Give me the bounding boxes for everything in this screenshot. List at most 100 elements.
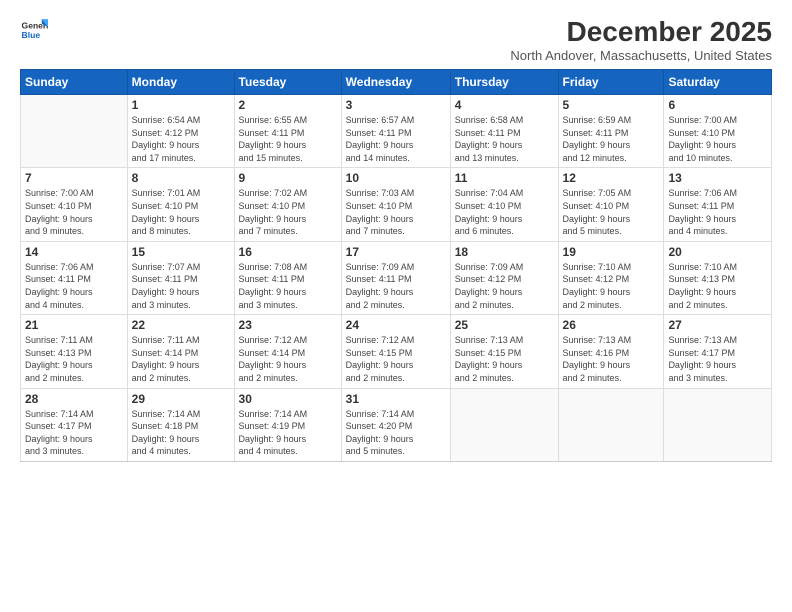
day-info: Sunrise: 7:06 AM Sunset: 4:11 PM Dayligh… bbox=[668, 187, 767, 237]
calendar-cell: 3 Sunrise: 6:57 AM Sunset: 4:11 PM Daylig… bbox=[341, 95, 450, 168]
calendar-cell: 2 Sunrise: 6:55 AM Sunset: 4:11 PM Daylig… bbox=[234, 95, 341, 168]
calendar-cell: 17 Sunrise: 7:09 AM Sunset: 4:11 PM Dayli… bbox=[341, 241, 450, 314]
day-info: Sunrise: 7:06 AM Sunset: 4:11 PM Dayligh… bbox=[25, 261, 123, 311]
calendar-cell: 31Sunrise: 7:14 AM Sunset: 4:20 PM Dayli… bbox=[341, 388, 450, 461]
calendar-cell: 22 Sunrise: 7:11 AM Sunset: 4:14 PM Dayli… bbox=[127, 315, 234, 388]
day-number: 13 bbox=[668, 171, 767, 185]
calendar-cell: 15Sunrise: 7:07 AM Sunset: 4:11 PM Dayli… bbox=[127, 241, 234, 314]
calendar-cell: 7 Sunrise: 7:00 AM Sunset: 4:10 PM Daylig… bbox=[21, 168, 128, 241]
day-info: Sunrise: 7:14 AM Sunset: 4:17 PM Dayligh… bbox=[25, 408, 123, 458]
day-number: 7 bbox=[25, 171, 123, 185]
calendar-cell: 9 Sunrise: 7:02 AM Sunset: 4:10 PM Daylig… bbox=[234, 168, 341, 241]
day-number: 10 bbox=[346, 171, 446, 185]
day-number: 12 bbox=[563, 171, 660, 185]
day-number: 28 bbox=[25, 392, 123, 406]
header-wednesday: Wednesday bbox=[341, 70, 450, 95]
day-info: Sunrise: 7:11 AM Sunset: 4:14 PM Dayligh… bbox=[132, 334, 230, 384]
week-row-4: 28 Sunrise: 7:14 AM Sunset: 4:17 PM Dayli… bbox=[21, 388, 772, 461]
header-thursday: Thursday bbox=[450, 70, 558, 95]
day-number: 14 bbox=[25, 245, 123, 259]
calendar-cell: 13 Sunrise: 7:06 AM Sunset: 4:11 PM Dayli… bbox=[664, 168, 772, 241]
day-info: Sunrise: 6:59 AM Sunset: 4:11 PM Dayligh… bbox=[563, 114, 660, 164]
day-number: 17 bbox=[346, 245, 446, 259]
day-info: Sunrise: 7:05 AM Sunset: 4:10 PM Dayligh… bbox=[563, 187, 660, 237]
week-row-0: 1 Sunrise: 6:54 AM Sunset: 4:12 PM Daylig… bbox=[21, 95, 772, 168]
day-info: Sunrise: 7:12 AM Sunset: 4:14 PM Dayligh… bbox=[239, 334, 337, 384]
day-number: 31 bbox=[346, 392, 446, 406]
day-number: 4 bbox=[455, 98, 554, 112]
day-info: Sunrise: 6:58 AM Sunset: 4:11 PM Dayligh… bbox=[455, 114, 554, 164]
month-title: December 2025 bbox=[510, 16, 772, 48]
day-number: 18 bbox=[455, 245, 554, 259]
day-info: Sunrise: 7:08 AM Sunset: 4:11 PM Dayligh… bbox=[239, 261, 337, 311]
calendar-table: Sunday Monday Tuesday Wednesday Thursday… bbox=[20, 69, 772, 462]
week-row-2: 14 Sunrise: 7:06 AM Sunset: 4:11 PM Dayli… bbox=[21, 241, 772, 314]
title-block: December 2025 North Andover, Massachuset… bbox=[510, 16, 772, 63]
day-info: Sunrise: 7:07 AM Sunset: 4:11 PM Dayligh… bbox=[132, 261, 230, 311]
calendar-cell: 14 Sunrise: 7:06 AM Sunset: 4:11 PM Dayli… bbox=[21, 241, 128, 314]
day-number: 21 bbox=[25, 318, 123, 332]
day-info: Sunrise: 6:55 AM Sunset: 4:11 PM Dayligh… bbox=[239, 114, 337, 164]
header-saturday: Saturday bbox=[664, 70, 772, 95]
day-number: 25 bbox=[455, 318, 554, 332]
calendar-cell: 12 Sunrise: 7:05 AM Sunset: 4:10 PM Dayli… bbox=[558, 168, 664, 241]
day-number: 30 bbox=[239, 392, 337, 406]
day-number: 8 bbox=[132, 171, 230, 185]
calendar-cell: 28 Sunrise: 7:14 AM Sunset: 4:17 PM Dayli… bbox=[21, 388, 128, 461]
day-info: Sunrise: 7:00 AM Sunset: 4:10 PM Dayligh… bbox=[25, 187, 123, 237]
calendar-cell: 5 Sunrise: 6:59 AM Sunset: 4:11 PM Daylig… bbox=[558, 95, 664, 168]
calendar-cell bbox=[21, 95, 128, 168]
day-number: 20 bbox=[668, 245, 767, 259]
calendar-cell: 27 Sunrise: 7:13 AM Sunset: 4:17 PM Dayli… bbox=[664, 315, 772, 388]
header-tuesday: Tuesday bbox=[234, 70, 341, 95]
day-info: Sunrise: 7:14 AM Sunset: 4:19 PM Dayligh… bbox=[239, 408, 337, 458]
day-info: Sunrise: 7:13 AM Sunset: 4:16 PM Dayligh… bbox=[563, 334, 660, 384]
day-info: Sunrise: 7:10 AM Sunset: 4:13 PM Dayligh… bbox=[668, 261, 767, 311]
calendar-cell: 24 Sunrise: 7:12 AM Sunset: 4:15 PM Dayli… bbox=[341, 315, 450, 388]
day-number: 22 bbox=[132, 318, 230, 332]
calendar-cell: 8Sunrise: 7:01 AM Sunset: 4:10 PM Daylig… bbox=[127, 168, 234, 241]
logo: General Blue bbox=[20, 16, 48, 44]
day-number: 16 bbox=[239, 245, 337, 259]
calendar-cell: 16 Sunrise: 7:08 AM Sunset: 4:11 PM Dayli… bbox=[234, 241, 341, 314]
day-number: 5 bbox=[563, 98, 660, 112]
calendar-cell: 29Sunrise: 7:14 AM Sunset: 4:18 PM Dayli… bbox=[127, 388, 234, 461]
calendar-cell: 6Sunrise: 7:00 AM Sunset: 4:10 PM Daylig… bbox=[664, 95, 772, 168]
day-number: 27 bbox=[668, 318, 767, 332]
day-info: Sunrise: 7:09 AM Sunset: 4:12 PM Dayligh… bbox=[455, 261, 554, 311]
day-info: Sunrise: 7:03 AM Sunset: 4:10 PM Dayligh… bbox=[346, 187, 446, 237]
day-info: Sunrise: 6:54 AM Sunset: 4:12 PM Dayligh… bbox=[132, 114, 230, 164]
day-info: Sunrise: 7:02 AM Sunset: 4:10 PM Dayligh… bbox=[239, 187, 337, 237]
day-number: 9 bbox=[239, 171, 337, 185]
calendar-cell: 23 Sunrise: 7:12 AM Sunset: 4:14 PM Dayli… bbox=[234, 315, 341, 388]
calendar-cell: 10 Sunrise: 7:03 AM Sunset: 4:10 PM Dayli… bbox=[341, 168, 450, 241]
header-monday: Monday bbox=[127, 70, 234, 95]
svg-text:Blue: Blue bbox=[22, 30, 41, 40]
header-sunday: Sunday bbox=[21, 70, 128, 95]
header-row: Sunday Monday Tuesday Wednesday Thursday… bbox=[21, 70, 772, 95]
calendar-cell: 4 Sunrise: 6:58 AM Sunset: 4:11 PM Daylig… bbox=[450, 95, 558, 168]
day-info: Sunrise: 7:12 AM Sunset: 4:15 PM Dayligh… bbox=[346, 334, 446, 384]
day-info: Sunrise: 7:11 AM Sunset: 4:13 PM Dayligh… bbox=[25, 334, 123, 384]
calendar-cell: 1 Sunrise: 6:54 AM Sunset: 4:12 PM Daylig… bbox=[127, 95, 234, 168]
week-row-1: 7 Sunrise: 7:00 AM Sunset: 4:10 PM Daylig… bbox=[21, 168, 772, 241]
day-number: 3 bbox=[346, 98, 446, 112]
calendar-cell: 20 Sunrise: 7:10 AM Sunset: 4:13 PM Dayli… bbox=[664, 241, 772, 314]
header: General Blue December 2025 North Andover… bbox=[20, 16, 772, 63]
day-number: 24 bbox=[346, 318, 446, 332]
calendar-cell bbox=[450, 388, 558, 461]
day-number: 29 bbox=[132, 392, 230, 406]
day-info: Sunrise: 6:57 AM Sunset: 4:11 PM Dayligh… bbox=[346, 114, 446, 164]
day-number: 1 bbox=[132, 98, 230, 112]
day-info: Sunrise: 7:09 AM Sunset: 4:11 PM Dayligh… bbox=[346, 261, 446, 311]
location: North Andover, Massachusetts, United Sta… bbox=[510, 48, 772, 63]
day-number: 6 bbox=[668, 98, 767, 112]
calendar-cell: 21 Sunrise: 7:11 AM Sunset: 4:13 PM Dayli… bbox=[21, 315, 128, 388]
calendar-cell: 11Sunrise: 7:04 AM Sunset: 4:10 PM Dayli… bbox=[450, 168, 558, 241]
page: General Blue December 2025 North Andover… bbox=[0, 0, 792, 612]
day-number: 26 bbox=[563, 318, 660, 332]
day-number: 2 bbox=[239, 98, 337, 112]
day-info: Sunrise: 7:13 AM Sunset: 4:17 PM Dayligh… bbox=[668, 334, 767, 384]
day-number: 23 bbox=[239, 318, 337, 332]
calendar-cell: 18 Sunrise: 7:09 AM Sunset: 4:12 PM Dayli… bbox=[450, 241, 558, 314]
